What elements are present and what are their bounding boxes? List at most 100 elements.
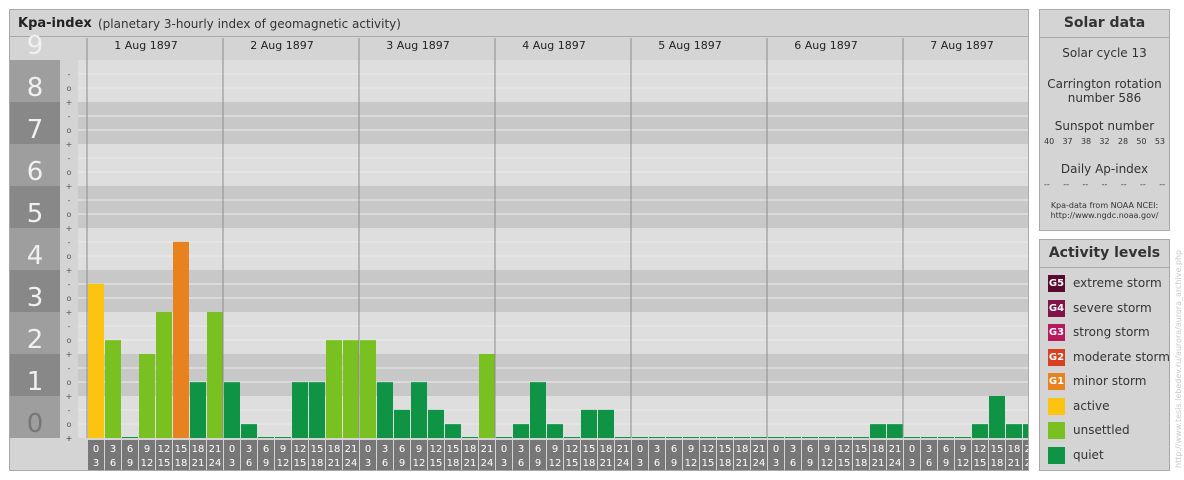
legend-minor-storm: G1 minor storm — [1040, 370, 1169, 395]
day-label: 4 Aug 1897 — [522, 39, 585, 52]
sunspot-label: Sunspot number — [1054, 119, 1155, 133]
kp-bar — [105, 340, 121, 438]
time-bin-end: 6 — [926, 458, 932, 469]
day-label: 6 Aug 1897 — [794, 39, 857, 52]
y-minor-tick-label: + — [66, 392, 73, 401]
kp-bar — [802, 437, 818, 438]
time-bin-start: 15 — [583, 444, 596, 455]
y-tick-label: 5 — [27, 199, 44, 229]
time-bin-start: 21 — [481, 444, 494, 455]
kp-bar — [819, 437, 835, 438]
legend-label: strong storm — [1073, 325, 1150, 339]
y-minor-tick-label: + — [66, 308, 73, 317]
kp-bar — [904, 437, 920, 438]
time-bin-end: 24 — [1025, 458, 1028, 469]
data-credit-link[interactable]: http://www.ngdc.noaa.gov/ — [1040, 211, 1169, 221]
y-minor-tick-label: - — [68, 364, 71, 373]
kp-bar — [921, 437, 937, 438]
time-bin-start: 12 — [838, 444, 851, 455]
time-bin-end: 9 — [263, 458, 269, 469]
y-minor-tick-label: + — [66, 434, 73, 443]
legend-swatch: G4 — [1048, 299, 1065, 317]
time-bin-start: 0 — [229, 444, 235, 455]
y-minor-tick-label: - — [68, 322, 71, 331]
time-bin-end: 15 — [430, 458, 443, 469]
time-bin-start: 3 — [654, 444, 660, 455]
sunspot-value: 40 — [1044, 137, 1055, 146]
time-bin-start: 3 — [518, 444, 524, 455]
time-bin-end: 18 — [175, 458, 188, 469]
time-bin-start: 15 — [855, 444, 868, 455]
day-label: 2 Aug 1897 — [250, 39, 313, 52]
time-bin-start: 21 — [617, 444, 630, 455]
kp-bar — [224, 382, 240, 438]
legend-swatch: G2 — [1048, 348, 1065, 366]
time-bin-start: 6 — [943, 444, 949, 455]
time-bin-end: 3 — [773, 458, 779, 469]
watermark-text: http://www.tesis.lebedev.ru/aurora/auror… — [1174, 250, 1183, 468]
y-minor-tick-label: o — [67, 84, 72, 93]
kp-bar — [734, 437, 750, 438]
legend-label: active — [1073, 398, 1110, 413]
kp-bar — [445, 424, 461, 438]
ap-index-label: Daily Ap-index — [1060, 162, 1149, 176]
time-bin-start: 0 — [637, 444, 643, 455]
ap-value: -- — [1044, 180, 1050, 189]
kp-bar — [309, 382, 325, 438]
time-bin-end: 21 — [1008, 458, 1021, 469]
time-bin-start: 21 — [345, 444, 358, 455]
kp-bar — [972, 424, 988, 438]
time-bin-end: 18 — [311, 458, 324, 469]
time-bin-end: 24 — [209, 458, 222, 469]
y-tick-label: 4 — [27, 241, 44, 271]
legend-active: active — [1040, 395, 1169, 420]
time-bin-start: 15 — [447, 444, 460, 455]
time-bin-end: 21 — [872, 458, 885, 469]
time-bin-end: 21 — [192, 458, 205, 469]
time-bin-end: 24 — [345, 458, 358, 469]
time-bin-start: 0 — [501, 444, 507, 455]
ap-value: -- — [1140, 180, 1146, 189]
time-bin-end: 3 — [637, 458, 643, 469]
data-credit-line-1: Kpa-data from NOAA NCEI: — [1050, 201, 1159, 210]
day-label: 3 Aug 1897 — [386, 39, 449, 52]
time-bin-start: 9 — [416, 444, 422, 455]
time-bin-end: 21 — [736, 458, 749, 469]
y-tick-label: 7 — [27, 115, 44, 145]
legend-swatch — [1048, 446, 1065, 464]
y-tick-label: 6 — [27, 157, 44, 187]
kp-bar — [615, 437, 631, 438]
y-band — [78, 60, 1028, 102]
y-minor-tick-label: - — [68, 406, 71, 415]
legend-swatch: G1 — [1048, 373, 1065, 390]
kp-bar — [683, 437, 699, 438]
kp-bar — [88, 283, 104, 438]
sunspot-value: 53 — [1154, 137, 1165, 146]
kp-bar — [377, 382, 393, 438]
legend-label: extreme storm — [1073, 276, 1162, 290]
kp-bar — [275, 437, 291, 438]
y-minor-tick-label: - — [68, 238, 71, 247]
legend-swatch — [1048, 422, 1065, 439]
y-minor-tick-label: - — [68, 280, 71, 289]
day-label: 5 Aug 1897 — [658, 39, 721, 52]
ap-value: -- — [1101, 180, 1108, 189]
time-bin-start: 18 — [328, 444, 341, 455]
kp-bar — [394, 409, 410, 438]
time-bin-start: 6 — [535, 444, 541, 455]
time-bin-start: 12 — [158, 444, 171, 455]
kp-bar — [853, 437, 869, 438]
time-bin-start: 9 — [552, 444, 558, 455]
time-bin-start: 12 — [702, 444, 715, 455]
time-bin-end: 21 — [328, 458, 341, 469]
time-bin-end: 18 — [719, 458, 732, 469]
time-bin-end: 21 — [600, 458, 613, 469]
time-bin-end: 12 — [685, 458, 698, 469]
solar-data-panel: Solar data Solar cycle 13 Carrington rot… — [1039, 9, 1170, 231]
time-bin-start: 3 — [246, 444, 252, 455]
time-bin-end: 18 — [991, 458, 1004, 469]
y-tick-label: 0 — [27, 409, 44, 439]
sunspot-value: 38 — [1080, 137, 1092, 146]
y-minor-tick-label: + — [66, 266, 73, 275]
y-tick-label: 9 — [27, 31, 44, 61]
